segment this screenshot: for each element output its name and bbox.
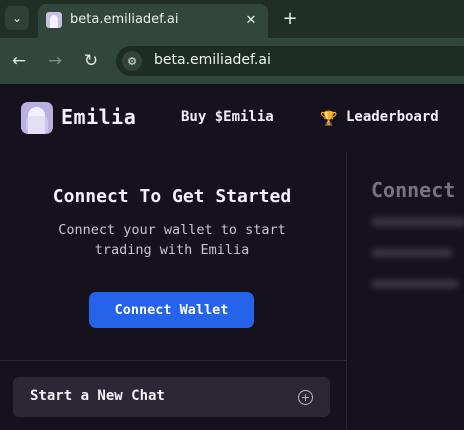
arrow-left-icon[interactable]: ← [7,49,31,73]
chevron-down-icon[interactable]: ⌄ [5,6,29,30]
tune-icon[interactable]: ⚙ [122,51,142,71]
arrow-right-icon[interactable]: → [43,49,67,73]
connect-heading: Connect To Get Started [52,186,292,207]
nav-buy-emilia[interactable]: Buy $Emilia [181,109,274,125]
blurred-content-line [371,279,459,289]
main-title: Connect [371,178,456,202]
plus-circle-icon [298,390,313,405]
app-header: Emilia Buy $Emilia 🏆 Leaderboard [0,84,464,153]
browser-tab-active[interactable]: beta.emiliadef.ai ✕ [38,4,268,38]
connect-description: Connect your wallet to start trading wit… [58,222,286,258]
browser-tab-strip: ⌄ beta.emiliadef.ai ✕ + [0,0,464,38]
trophy-icon: 🏆 [320,111,338,127]
tab-title: beta.emiliadef.ai [70,12,179,27]
sidebar-divider [0,360,346,361]
browser-toolbar: ← → ↻ ⚙ beta.emiliadef.ai [0,38,464,84]
sidebar: Connect To Get Started Connect your wall… [0,152,347,430]
connect-wallet-button[interactable]: Connect Wallet [89,292,254,328]
blurred-content-line [371,248,453,258]
plus-icon[interactable]: + [278,6,302,30]
url-text: beta.emiliadef.ai [154,52,271,68]
site-favicon-icon [46,12,62,28]
nav-leaderboard[interactable]: Leaderboard [346,109,439,125]
brand-name[interactable]: Emilia [61,105,136,129]
main-panel: Connect [347,152,464,430]
address-bar[interactable]: ⚙ beta.emiliadef.ai [116,46,464,76]
emilia-logo[interactable] [21,102,53,134]
blurred-content-line [371,217,464,227]
new-chat-label: Start a New Chat [30,388,165,404]
new-chat-button[interactable]: Start a New Chat [13,377,330,417]
close-icon[interactable]: ✕ [242,11,260,29]
reload-icon[interactable]: ↻ [79,49,103,73]
